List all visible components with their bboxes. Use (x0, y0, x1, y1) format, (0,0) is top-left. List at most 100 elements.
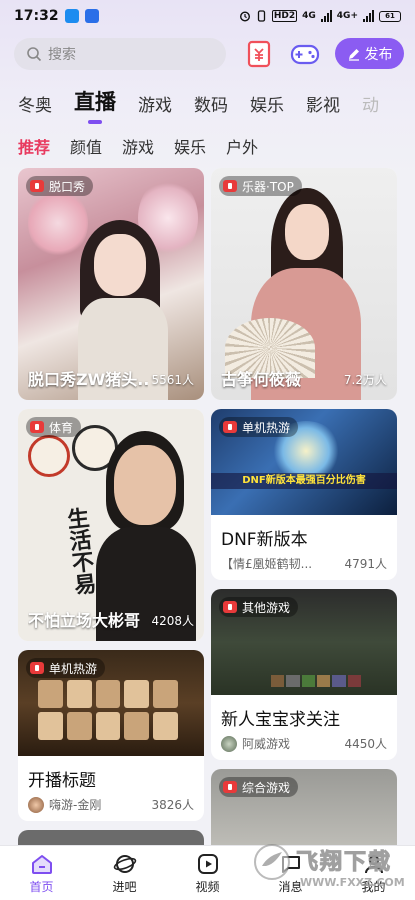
card-title: DNF新版本 (221, 530, 308, 550)
category-tag: 体育 (26, 417, 82, 437)
avatar (28, 796, 44, 813)
tab-winter-olympics[interactable]: 冬奥 (18, 91, 52, 116)
tab-film[interactable]: 影视 (306, 91, 340, 116)
nav-label: 首页 (29, 879, 54, 894)
live-icon (223, 421, 237, 433)
tag-label: 单机热游 (49, 661, 98, 676)
card-meta: 阿威游戏 4450人 (221, 735, 387, 752)
search-input[interactable]: 搜索 (14, 38, 226, 70)
live-card[interactable]: 单机热游 开播标题 嗨游-金刚 3826人 (18, 650, 204, 821)
nav-video[interactable]: 视频 (166, 846, 249, 900)
message-icon (281, 855, 300, 873)
viewer-count: 4208人 (151, 614, 194, 628)
viewer-count: 4450人 (344, 737, 387, 751)
home-icon (31, 854, 52, 874)
network-type: 4G (302, 11, 316, 21)
live-card[interactable]: 乐器·TOP 古筝何筱薇 7.2万人 (211, 168, 397, 400)
tag-label: 单机热游 (242, 420, 291, 435)
red-packet-icon[interactable] (246, 40, 272, 68)
battery-level: 61 (385, 12, 395, 20)
card-title: 新人宝宝求关注 (221, 710, 340, 730)
tag-label: 体育 (49, 420, 74, 435)
thumbnail-caption: DNF新版本最强百分比伤害 (211, 473, 397, 489)
tag-label: 其他游戏 (242, 600, 291, 615)
live-card[interactable]: 综合游戏 (211, 769, 397, 845)
tab-live[interactable]: 直播 (74, 86, 116, 124)
category-tabs: 冬奥 直播 游戏 数码 娱乐 影视 动 (18, 86, 401, 124)
viewer-count: 4791人 (344, 557, 387, 571)
category-tag: 单机热游 (26, 658, 106, 678)
nav-label: 消息 (278, 879, 303, 894)
category-tag: 其他游戏 (219, 597, 299, 617)
status-time: 17:32 (14, 8, 59, 24)
signal-icon-2 (363, 10, 374, 22)
sub-category-tabs: 推荐 颜值 游戏 娱乐 户外 (18, 134, 258, 158)
tab-games[interactable]: 游戏 (138, 91, 172, 116)
card-meta: 【情£凰姬鹤韧... 4791人 (221, 555, 387, 572)
tab-digital[interactable]: 数码 (194, 91, 228, 116)
subtab-games[interactable]: 游戏 (122, 134, 154, 158)
category-tag: 单机热游 (219, 417, 299, 437)
category-tag: 综合游戏 (219, 777, 299, 797)
edit-icon (348, 48, 359, 61)
nav-label: 视频 (195, 879, 220, 894)
card-title: 古筝何筱薇 (221, 370, 302, 389)
search-icon (27, 47, 42, 62)
planet-icon (113, 854, 136, 873)
live-card[interactable]: 其他游戏 新人宝宝求关注 阿威游戏 4450人 (211, 589, 397, 760)
nav-home[interactable]: 首页 (0, 846, 83, 900)
gamepad-icon[interactable] (290, 41, 320, 67)
live-card[interactable] (18, 830, 204, 845)
viewer-count: 3826人 (151, 798, 194, 812)
live-icon (30, 180, 44, 192)
search-placeholder: 搜索 (48, 47, 76, 63)
category-tag: 脱口秀 (26, 176, 94, 196)
live-icon (30, 662, 44, 674)
thumbnail-calligraphy: 生活不易 (62, 506, 97, 597)
tag-label: 乐器·TOP (242, 179, 294, 194)
nav-messages[interactable]: 消息 (249, 846, 332, 900)
nav-profile[interactable]: 我的 (332, 846, 415, 900)
streamer-name: 嗨游-金刚 (49, 798, 102, 812)
card-title: 不怕立场大彬哥 (28, 611, 141, 630)
status-bar: 17:32 HD2 4G 4G+ 61 (0, 0, 415, 32)
tag-label: 综合游戏 (242, 780, 291, 795)
network-type-2: 4G+ (336, 11, 358, 21)
battery-icon: 61 (379, 10, 401, 22)
live-card[interactable]: DNF新版本最强百分比伤害 单机热游 DNF新版本 【情£凰姬鹤韧... 479… (211, 409, 397, 580)
tab-entertainment[interactable]: 娱乐 (250, 91, 284, 116)
profile-icon (364, 854, 383, 873)
subtab-looks[interactable]: 颜值 (70, 134, 102, 158)
bottom-nav: 首页 进吧 视频 消息 我的 (0, 845, 415, 900)
publish-label: 发布 (364, 46, 393, 63)
card-meta: 嗨游-金刚 3826人 (28, 796, 194, 813)
live-icon (223, 781, 237, 793)
live-icon (223, 180, 237, 192)
nav-label: 我的 (361, 879, 386, 894)
avatar (221, 735, 237, 752)
live-card[interactable]: 脱口秀 脱口秀ZW猪头... 5561人 (18, 168, 204, 400)
streamer-name: 阿威游戏 (242, 737, 291, 751)
subtab-recommend[interactable]: 推荐 (18, 134, 50, 158)
viewer-count: 7.2万人 (343, 373, 387, 387)
streamer-name: 【情£凰姬鹤韧... (221, 557, 313, 571)
app-notification-icon (84, 9, 99, 23)
viewer-count: 5561人 (151, 373, 194, 387)
tab-anime[interactable]: 动 (362, 91, 379, 116)
publish-button[interactable]: 发布 (335, 38, 404, 69)
live-icon (223, 601, 237, 613)
tag-label: 脱口秀 (49, 179, 86, 194)
category-tag: 乐器·TOP (219, 176, 302, 196)
nav-label: 进吧 (112, 879, 137, 894)
nav-forum[interactable]: 进吧 (83, 846, 166, 900)
alarm-icon (239, 11, 250, 22)
live-card[interactable]: 生活不易 体育 不怕立场大彬哥 4208人 (18, 409, 204, 641)
subtab-entertainment[interactable]: 娱乐 (174, 134, 206, 158)
app-notification-icon (64, 9, 79, 23)
hd-indicator: HD2 (271, 10, 298, 22)
video-icon (197, 853, 218, 874)
search-row: 搜索 发布 (14, 38, 404, 70)
card-title: 开播标题 (28, 771, 96, 791)
live-icon (30, 421, 44, 433)
subtab-outdoor[interactable]: 户外 (226, 134, 258, 158)
